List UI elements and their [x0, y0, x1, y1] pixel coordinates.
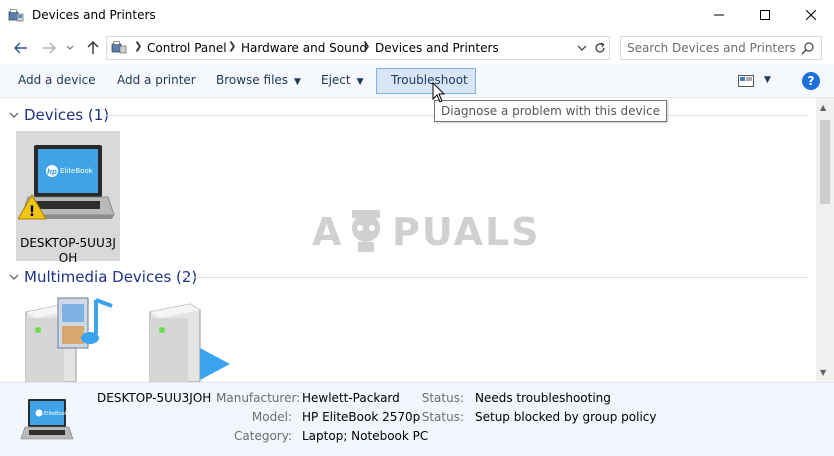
search-icon[interactable] — [801, 41, 815, 55]
device-item-media-server-1[interactable] — [16, 294, 120, 382]
eject-label: Eject — [321, 73, 351, 87]
refresh-icon — [595, 42, 605, 53]
search-box[interactable] — [620, 36, 822, 60]
chevron-down-icon: ▼ — [294, 77, 301, 87]
device-label: DESKTOP-5UU3J OH — [16, 234, 120, 266]
recent-locations-button[interactable] — [64, 40, 76, 56]
group-title: Devices (1) — [24, 106, 110, 124]
laptop-thumbnail-icon: EliteBook — [20, 399, 74, 440]
manufacturer-label: Manufacturer: — [216, 391, 301, 405]
breadcrumb-separator-icon[interactable]: ❯ — [228, 41, 236, 52]
address-history-button[interactable] — [574, 39, 590, 57]
scroll-down-icon[interactable]: ▼ — [820, 368, 826, 377]
search-input[interactable] — [627, 40, 797, 56]
browse-files-label: Browse files — [216, 73, 289, 87]
change-view-icon[interactable] — [738, 74, 754, 88]
breadcrumb-hardware-and-sound[interactable]: Hardware and Sound — [241, 41, 367, 55]
window-title: Devices and Printers — [32, 8, 156, 22]
laptop-icon: hp EliteBook ! — [17, 145, 115, 220]
device-item-media-server-2[interactable] — [140, 294, 244, 382]
minimize-icon — [714, 14, 724, 16]
status-value-1: Needs troubleshooting — [475, 391, 611, 405]
title-bar: Devices and Printers — [0, 0, 834, 32]
device-label-line2: OH — [58, 251, 78, 265]
maximize-button[interactable] — [742, 0, 788, 30]
category-label: Category: — [234, 429, 292, 443]
more-options-icon[interactable]: ▼ — [764, 75, 771, 85]
laptop-brand-text: EliteBook — [60, 167, 94, 175]
help-button[interactable]: ? — [802, 72, 820, 90]
chevron-down-icon — [577, 45, 587, 51]
add-device-button[interactable]: Add a device — [18, 73, 96, 87]
add-printer-button[interactable]: Add a printer — [117, 73, 196, 87]
group-header-multimedia[interactable]: Multimedia Devices (2) — [8, 266, 197, 288]
forward-arrow-icon — [43, 42, 56, 54]
troubleshoot-tooltip: Diagnose a problem with this device — [434, 100, 667, 122]
devices-list: Devices (1) hp EliteBook ! DESKTOP-5UU3J… — [0, 98, 816, 382]
vertical-scrollbar[interactable]: ▲ ▼ — [816, 98, 834, 382]
laptop-hp-logo: hp — [47, 168, 57, 176]
collapse-chevron-icon — [9, 112, 19, 118]
devices-printers-app-icon — [8, 9, 24, 22]
maximize-icon — [760, 10, 770, 20]
device-label-line1: DESKTOP-5UU3J — [20, 236, 116, 250]
thumb-brand-text: EliteBook — [44, 411, 68, 417]
media-player-icon — [149, 303, 230, 382]
manufacturer-value: Hewlett-Packard — [302, 391, 400, 405]
close-icon — [806, 10, 816, 20]
status-label: Status: — [421, 391, 464, 405]
address-bar[interactable]: ❯ Control Panel ❯ Hardware and Sound ❯ D… — [106, 36, 610, 60]
scroll-up-icon[interactable]: ▲ — [820, 103, 826, 112]
status-value-2: Setup blocked by group policy — [475, 410, 657, 424]
mouse-pointer-icon — [432, 82, 446, 103]
refresh-button[interactable] — [592, 39, 608, 57]
details-pane: EliteBook DESKTOP-5UU3JOH Manufacturer: … — [0, 382, 834, 456]
eject-button[interactable]: Eject ▼ — [321, 73, 364, 87]
breadcrumb-devices-and-printers[interactable]: Devices and Printers — [375, 41, 499, 55]
back-button[interactable] — [12, 40, 30, 56]
collapse-chevron-icon — [9, 274, 19, 280]
chevron-down-icon: ▼ — [356, 77, 364, 87]
browse-files-button[interactable]: Browse files ▼ — [216, 73, 301, 87]
troubleshoot-button[interactable]: Troubleshoot — [391, 73, 468, 87]
up-arrow-icon — [87, 41, 99, 54]
back-arrow-icon — [14, 42, 27, 54]
model-value: HP EliteBook 2570p — [302, 410, 421, 424]
group-divider — [182, 277, 808, 278]
group-title: Multimedia Devices (2) — [24, 268, 198, 286]
device-name: DESKTOP-5UU3JOH — [97, 391, 212, 405]
control-panel-icon — [111, 41, 127, 54]
breadcrumb-control-panel[interactable]: Control Panel — [147, 41, 227, 55]
minimize-button[interactable] — [696, 0, 742, 30]
breadcrumb-separator-icon[interactable]: ❯ — [134, 41, 142, 52]
status-label: Status: — [421, 410, 464, 424]
up-button[interactable] — [84, 40, 102, 56]
chevron-down-icon — [66, 45, 74, 50]
forward-button[interactable] — [40, 40, 58, 56]
model-label: Model: — [251, 410, 292, 424]
svg-text:!: ! — [29, 204, 35, 220]
group-header-devices[interactable]: Devices (1) — [8, 104, 109, 126]
close-button[interactable] — [788, 0, 834, 30]
category-value: Laptop; Notebook PC — [302, 429, 429, 443]
breadcrumb-separator-icon[interactable]: ❯ — [362, 41, 370, 52]
device-item-laptop[interactable]: hp EliteBook ! DESKTOP-5UU3J OH — [16, 131, 120, 265]
media-server-icon — [25, 297, 113, 382]
scrollbar-thumb[interactable] — [820, 120, 830, 204]
